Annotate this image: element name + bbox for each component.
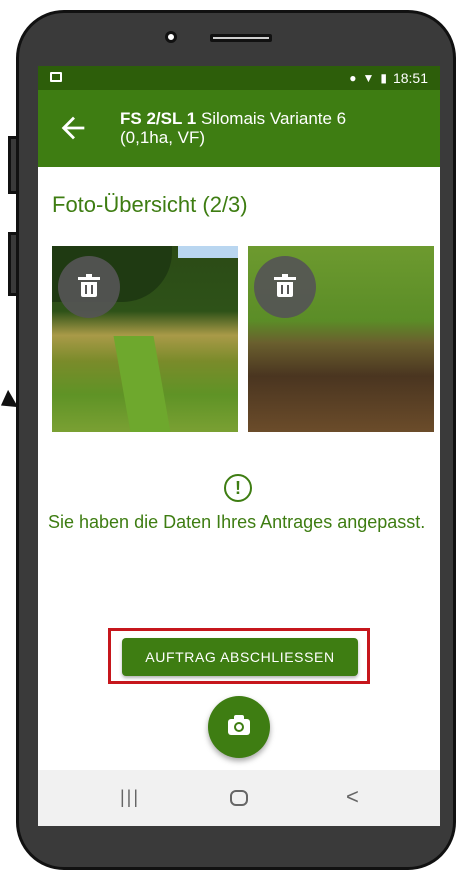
photo-thumbnail[interactable] xyxy=(52,246,238,432)
trash-icon xyxy=(274,274,296,297)
battery-icon: ▮ xyxy=(380,71,387,85)
delete-photo-button[interactable] xyxy=(58,256,120,318)
home-button[interactable] xyxy=(230,790,248,806)
earpiece-speaker xyxy=(210,34,272,42)
app-bar: FS 2/SL 1 Silomais Variante 6 (0,1ha, VF… xyxy=(38,90,440,167)
photo-grid xyxy=(52,246,434,432)
recent-apps-button[interactable]: ||| xyxy=(120,787,140,808)
info-alert-icon: ! xyxy=(224,474,252,502)
image-icon xyxy=(50,72,62,82)
photo-thumbnail[interactable] xyxy=(248,246,434,432)
page-title: Foto-Übersicht (2/3) xyxy=(52,192,248,217)
system-back-button[interactable]: < xyxy=(346,784,359,810)
front-camera xyxy=(165,31,177,43)
wifi-icon: ▼ xyxy=(362,71,375,85)
notice-text: Sie haben die Daten Ihres Antrages angep… xyxy=(48,512,426,532)
location-icon: ● xyxy=(349,71,357,85)
delete-photo-button[interactable] xyxy=(254,256,316,318)
trash-icon xyxy=(78,274,100,297)
back-arrow-icon[interactable] xyxy=(56,111,90,145)
complete-order-button[interactable]: AUFTRAG ABSCHLIESSEN xyxy=(122,638,358,676)
title-field-id: FS 2/SL 1 xyxy=(120,109,197,128)
title-subtitle: (0,1ha, VF) xyxy=(120,128,206,147)
status-time: 18:51 xyxy=(392,70,428,86)
app-title: FS 2/SL 1 Silomais Variante 6 (0,1ha, VF… xyxy=(120,109,346,147)
grass-path xyxy=(113,336,171,432)
system-nav-bar: ||| < xyxy=(38,770,440,826)
camera-icon xyxy=(228,715,250,735)
sky-area xyxy=(178,246,238,258)
take-photo-button[interactable] xyxy=(208,696,270,758)
title-crop: Silomais Variante 6 xyxy=(196,109,347,128)
phone-screen: ● ▼ ▮ 18:51 FS 2/SL 1 Silomais Variante … xyxy=(38,66,440,826)
status-bar: ● ▼ ▮ 18:51 xyxy=(38,66,440,90)
